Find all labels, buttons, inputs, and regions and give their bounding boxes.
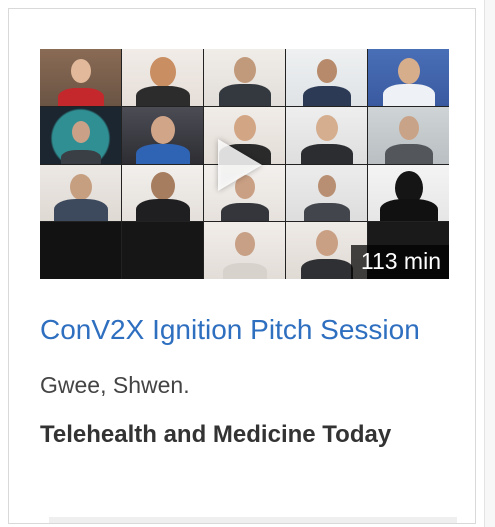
participant-tile (40, 106, 121, 164)
participant-tile (204, 222, 285, 279)
participant-tile (286, 164, 367, 222)
participant-tile (286, 49, 367, 106)
participant-tile (122, 106, 203, 164)
participant-tile (122, 222, 203, 279)
participant-tile (122, 164, 203, 222)
card-divider (49, 517, 457, 523)
scrollbar[interactable] (484, 0, 495, 527)
participant-tile (368, 106, 449, 164)
result-author: Gwee, Shwen. (40, 372, 190, 398)
participant-tile (368, 49, 449, 106)
participant-tile (204, 49, 285, 106)
participant-tile (368, 164, 449, 222)
participant-tile (286, 106, 367, 164)
participant-tile (40, 222, 121, 279)
result-source: Telehealth and Medicine Today (40, 421, 392, 448)
duration-badge: 113 min (350, 245, 449, 279)
participant-tile (40, 49, 121, 106)
participant-tile (122, 49, 203, 106)
participant-tile (40, 164, 121, 222)
video-thumbnail[interactable]: 113 min (40, 49, 449, 279)
result-title-link[interactable]: ConV2X Ignition Pitch Session (40, 314, 452, 346)
play-icon[interactable] (218, 139, 262, 191)
